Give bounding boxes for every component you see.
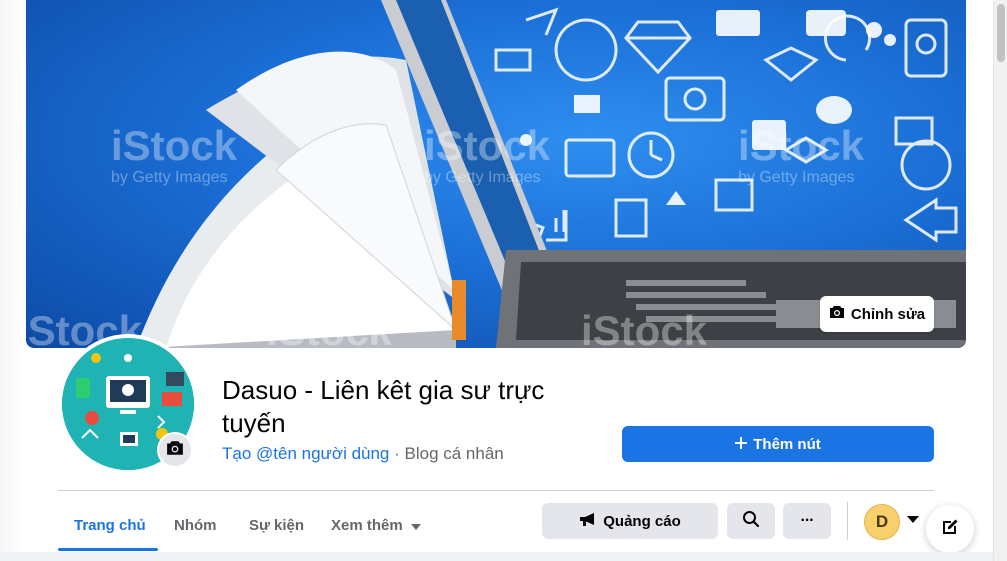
page-subline: Tạo @tên người dùng · Blog cá nhân <box>222 444 504 464</box>
megaphone-icon <box>579 512 597 530</box>
svg-text:by Getty Images: by Getty Images <box>738 169 855 186</box>
tab-home[interactable]: Trang chủ <box>74 500 146 550</box>
update-profile-picture-button[interactable] <box>157 432 193 468</box>
plus-icon <box>735 436 748 453</box>
more-options-button[interactable]: ··· <box>783 503 831 539</box>
svg-text:iStock: iStock <box>581 307 708 348</box>
subline-separator: · <box>389 444 405 463</box>
add-button-label: Thêm nút <box>753 435 821 453</box>
advertise-button[interactable]: Quảng cáo <box>542 503 718 539</box>
compose-message-button[interactable] <box>926 505 974 553</box>
search-button[interactable] <box>727 503 775 539</box>
tab-more[interactable]: Xem thêm <box>331 500 421 550</box>
svg-text:by Getty Images: by Getty Images <box>111 169 228 186</box>
vertical-scrollbar[interactable] <box>993 0 1007 561</box>
svg-text:by Getty Images: by Getty Images <box>424 169 541 186</box>
tab-events-label: Sự kiện <box>249 516 305 534</box>
facebook-page-profile: iStock iStock iStock iStock iStock iStoc… <box>0 0 993 561</box>
tab-home-label: Trang chủ <box>74 516 146 534</box>
svg-text:iStock: iStock <box>738 122 865 169</box>
tab-groups[interactable]: Nhóm <box>174 500 217 550</box>
edit-cover-label: Chỉnh sửa <box>850 305 926 323</box>
search-icon <box>742 510 760 532</box>
page-title: Dasuo - Liên kêt gia sư trực tuyến <box>222 375 545 438</box>
page-bottom-edge <box>0 552 993 561</box>
active-tab-indicator <box>58 548 158 551</box>
camera-icon <box>166 440 184 461</box>
create-username-link[interactable]: Tạo @tên người dùng <box>222 444 389 463</box>
tab-events[interactable]: Sự kiện <box>249 500 304 550</box>
actions-separator <box>847 502 848 540</box>
svg-text:iStock: iStock <box>266 307 393 348</box>
svg-text:iStock: iStock <box>111 122 238 169</box>
svg-text:iStock: iStock <box>424 122 551 169</box>
caret-down-icon[interactable] <box>907 516 919 523</box>
camera-icon <box>829 305 845 323</box>
page-category: Blog cá nhân <box>404 444 504 463</box>
profile-divider <box>58 490 934 491</box>
scrollbar-thumb[interactable] <box>997 4 1005 62</box>
compose-icon <box>940 517 960 542</box>
left-margin <box>0 0 26 561</box>
more-icon: ··· <box>800 512 815 529</box>
edit-cover-button[interactable]: Chỉnh sửa <box>820 296 934 332</box>
add-button-button[interactable]: Thêm nút <box>622 426 934 462</box>
account-switcher-avatar[interactable]: D <box>864 504 900 540</box>
advertise-label: Quảng cáo <box>603 512 681 530</box>
caret-down-icon <box>410 517 421 534</box>
tab-more-label: Xem thêm <box>331 516 403 534</box>
tab-groups-label: Nhóm <box>174 516 217 534</box>
